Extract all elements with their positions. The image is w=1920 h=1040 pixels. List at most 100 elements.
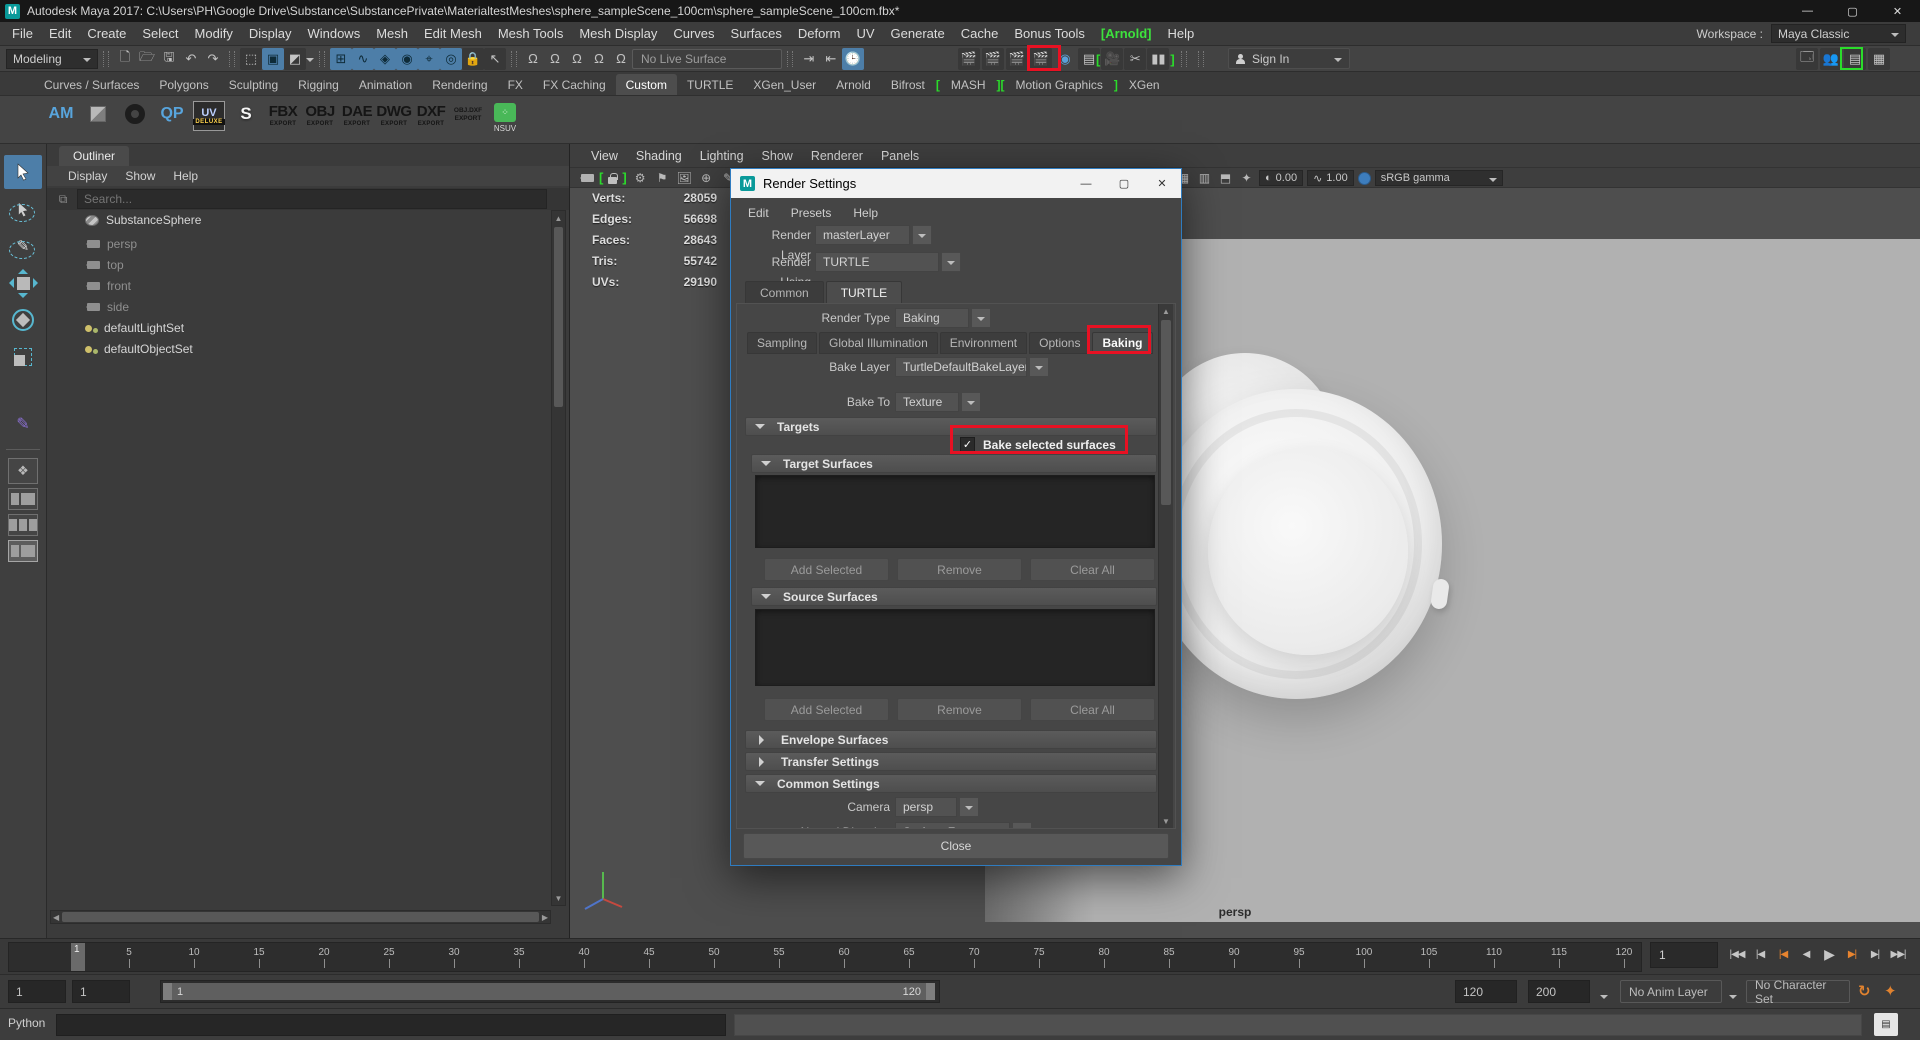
redo-icon[interactable]: ↷ — [202, 48, 224, 70]
shelf-tab[interactable]: MASH — [941, 74, 996, 95]
shelf-item-substance[interactable]: S — [229, 101, 263, 127]
scale-tool[interactable] — [4, 340, 42, 374]
scroll-left-icon[interactable]: ◀ — [53, 913, 59, 922]
snap-curve-icon[interactable]: ∿ — [352, 48, 374, 70]
make-live-icon[interactable]: ◎ — [440, 48, 462, 70]
lights-icon[interactable]: ✦ — [1238, 170, 1255, 186]
range-slider-track[interactable]: 1 120 — [160, 980, 940, 1003]
move-tool[interactable] — [4, 266, 42, 300]
shelf-tab[interactable]: Polygons — [149, 74, 218, 95]
viewport-menu-item[interactable]: Panels — [872, 149, 928, 163]
menu-item[interactable]: Help — [1159, 26, 1202, 41]
camera-select-icon[interactable] — [581, 174, 594, 182]
menu-item[interactable]: Mesh Display — [571, 26, 665, 41]
scrollbar-thumb[interactable] — [554, 227, 563, 407]
shelf-item-fbx-export[interactable]: FBXEXPORT — [266, 101, 300, 127]
sign-in-dropdown[interactable]: Sign In — [1228, 48, 1350, 69]
shelf-item-obj-export[interactable]: OBJEXPORT — [303, 101, 337, 127]
minimize-button[interactable]: — — [1785, 0, 1830, 22]
menu-item[interactable]: Select — [134, 26, 186, 41]
source-clear-all-button[interactable]: Clear All — [1030, 698, 1155, 721]
playback-button-4[interactable]: ▶ — [1818, 941, 1840, 968]
animation-start-field[interactable]: 1 — [8, 980, 66, 1003]
layout-single-pane-button[interactable]: ❖ — [8, 458, 38, 484]
color-management-icon[interactable] — [1358, 172, 1371, 185]
render-layer-dropdown[interactable]: masterLayer — [815, 225, 910, 245]
menu-item[interactable]: File — [4, 26, 41, 41]
playback-button-2[interactable]: |◀ — [1772, 941, 1794, 968]
playback-start-field[interactable]: 1 — [72, 980, 130, 1003]
open-scene-icon[interactable]: 🗁 — [136, 48, 158, 70]
snap-point-icon[interactable]: ◈ — [374, 48, 396, 70]
playback-button-0[interactable]: |◀◀ — [1726, 941, 1748, 968]
outliner-menu-item[interactable]: Show — [116, 169, 164, 183]
viewport-menu-item[interactable]: View — [582, 149, 627, 163]
shelf-tab[interactable]: FX Caching — [533, 74, 616, 95]
bake-selected-checkbox[interactable]: ✓ — [960, 437, 975, 452]
render-using-arrow[interactable] — [941, 252, 961, 272]
shelf-tab[interactable]: XGen — [1119, 74, 1170, 95]
shelf-item-uv-deluxe[interactable]: UV DELUXE — [192, 101, 226, 131]
menu-item[interactable]: Surfaces — [723, 26, 790, 41]
menu-item[interactable]: Cache — [953, 26, 1007, 41]
sort-icon[interactable]: ⧉ — [55, 191, 71, 207]
camera-arrow[interactable] — [959, 797, 979, 817]
timeline-ruler[interactable]: 1 51015202530354045505560657075808590951… — [8, 942, 1642, 972]
menu-item[interactable]: Bonus Tools — [1006, 26, 1093, 41]
output-connections-icon[interactable]: ⇤ — [820, 48, 842, 70]
render-using-dropdown[interactable]: TURTLE — [815, 252, 939, 272]
turtle-subtab[interactable]: Environment — [940, 332, 1027, 354]
viewport-menu-item[interactable]: Lighting — [691, 149, 753, 163]
chevron-down-icon[interactable] — [1729, 995, 1737, 1003]
outliner-horizontal-scrollbar[interactable]: ◀ ▶ — [50, 910, 551, 924]
shelf-tab[interactable]: Custom — [616, 74, 677, 95]
shelf-item-am[interactable]: AM — [44, 101, 78, 127]
outliner-item-top[interactable]: top — [47, 255, 547, 275]
render-type-dropdown[interactable]: Baking — [895, 308, 969, 328]
source-add-selected-button[interactable]: Add Selected — [764, 698, 889, 721]
shelf-tab[interactable]: XGen_User — [743, 74, 826, 95]
outliner-item-front[interactable]: front — [47, 276, 547, 296]
construction-history-icon[interactable]: 🕒 — [842, 48, 864, 70]
dialog-maximize-button[interactable]: ▢ — [1105, 169, 1143, 198]
menu-item[interactable]: Edit — [41, 26, 79, 41]
scroll-right-icon[interactable]: ▶ — [542, 913, 548, 922]
menu-item[interactable]: Curves — [665, 26, 722, 41]
layout-two-pane-button[interactable] — [8, 488, 38, 510]
playhead[interactable]: 1 — [71, 943, 85, 971]
light-editor-icon[interactable]: 🎥 — [1101, 48, 1123, 70]
scroll-down-icon[interactable]: ▼ — [552, 891, 565, 905]
menu-item[interactable]: Deform — [790, 26, 849, 41]
command-language-toggle[interactable]: Python — [8, 1016, 45, 1030]
dialog-menu-item[interactable]: Help — [842, 206, 889, 220]
toolbar-grip[interactable] — [1181, 51, 1187, 67]
constraint-icon-5[interactable]: Ω — [610, 48, 632, 70]
scrollbar-thumb[interactable] — [1161, 320, 1171, 505]
normal-direction-dropdown[interactable]: Surface Front — [895, 822, 1010, 829]
dialog-menu-item[interactable]: Edit — [737, 206, 780, 220]
target-clear-all-button[interactable]: Clear All — [1030, 558, 1155, 581]
menu-item[interactable]: Display — [241, 26, 300, 41]
bake-to-dropdown[interactable]: Texture — [895, 392, 959, 412]
outliner-menu-item[interactable]: Display — [59, 169, 116, 183]
toolbar-grip[interactable] — [787, 51, 793, 67]
last-tool-slot[interactable]: ✎ — [4, 407, 42, 441]
menu-item[interactable]: Edit Mesh — [416, 26, 490, 41]
character-set-field[interactable]: No Character Set — [1746, 980, 1850, 1003]
dialog-titlebar[interactable]: M Render Settings — ▢ ✕ — [731, 169, 1181, 198]
camera-attributes-icon[interactable]: ⚙ — [632, 170, 649, 186]
chevron-down-icon[interactable] — [1600, 995, 1608, 1003]
shelf-tab[interactable]: Sculpting — [219, 74, 288, 95]
turtle-subtab[interactable]: Global Illumination — [819, 332, 938, 354]
snap-projected-center-icon[interactable]: ◉ — [396, 48, 418, 70]
menu-item[interactable]: Modify — [187, 26, 241, 41]
bake-to-arrow[interactable] — [961, 392, 981, 412]
source-surfaces-section-header[interactable]: Source Surfaces — [751, 587, 1157, 606]
paint-select-tool[interactable]: ✎ — [4, 229, 42, 263]
two-d-pan-zoom-icon[interactable]: ⊕ — [698, 170, 715, 186]
textured-icon[interactable]: ⬒ — [1217, 170, 1234, 186]
close-button[interactable]: ✕ — [1875, 0, 1920, 22]
toolbar-grip[interactable] — [319, 51, 325, 67]
render-type-arrow[interactable] — [971, 308, 991, 328]
dialog-close-action-button[interactable]: Close — [743, 833, 1169, 859]
